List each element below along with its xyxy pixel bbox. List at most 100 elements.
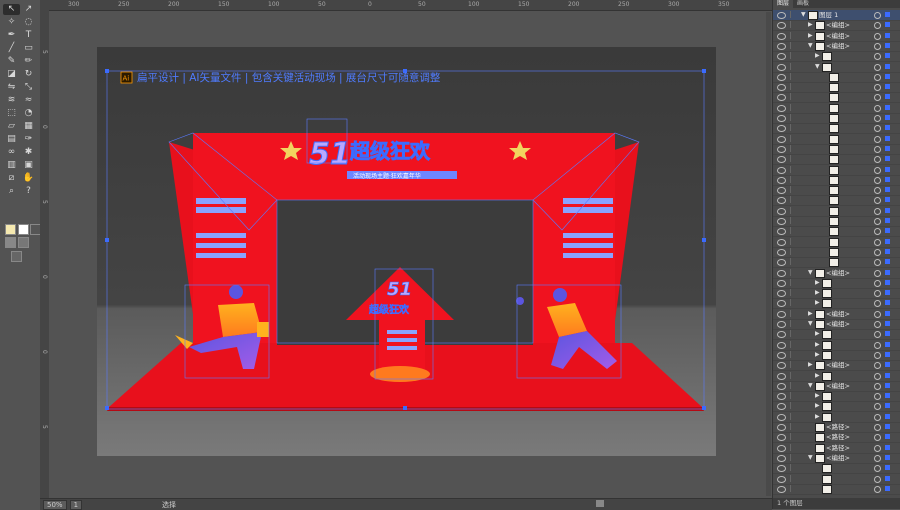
eye-icon[interactable] bbox=[777, 248, 786, 256]
lock-toggle[interactable] bbox=[790, 217, 797, 224]
gradient-icon[interactable]: ▤ bbox=[3, 134, 20, 145]
lock-toggle[interactable] bbox=[790, 268, 797, 276]
chevron-right-icon[interactable]: ▶ bbox=[808, 21, 813, 28]
target-icon[interactable] bbox=[874, 290, 881, 298]
chevron-right-icon[interactable]: ▶ bbox=[815, 341, 820, 348]
eye-icon[interactable] bbox=[777, 176, 786, 184]
eye-icon[interactable] bbox=[777, 444, 786, 452]
chevron-right-icon[interactable]: ▶ bbox=[815, 413, 820, 420]
lock-toggle[interactable] bbox=[790, 340, 797, 348]
eye-icon[interactable] bbox=[777, 145, 786, 153]
selection-indicator[interactable] bbox=[885, 331, 890, 337]
lock-toggle[interactable] bbox=[790, 72, 797, 80]
warp-icon[interactable]: ≈ bbox=[20, 95, 37, 106]
selection-indicator[interactable] bbox=[885, 351, 890, 357]
selection-indicator[interactable] bbox=[885, 290, 890, 296]
lock-toggle[interactable] bbox=[790, 247, 797, 255]
selection-indicator[interactable] bbox=[885, 259, 890, 265]
target-icon[interactable] bbox=[874, 115, 881, 122]
selection-indicator[interactable] bbox=[885, 53, 890, 59]
artboard[interactable]: 51 超级狂欢 活动现场主题·狂欢嘉年华 51 超级狂欢 Ai 扁平设计 | A… bbox=[97, 47, 716, 456]
target-icon[interactable] bbox=[874, 362, 881, 370]
lock-toggle[interactable] bbox=[790, 258, 797, 266]
lock-toggle[interactable] bbox=[790, 124, 797, 132]
target-icon[interactable] bbox=[874, 269, 881, 277]
chevron-right-icon[interactable]: ▶ bbox=[815, 351, 820, 358]
selection-indicator[interactable] bbox=[885, 444, 890, 450]
help-icon[interactable]: ? bbox=[20, 186, 37, 197]
lock-toggle[interactable] bbox=[790, 412, 797, 420]
artboard-icon[interactable]: ▣ bbox=[20, 160, 37, 171]
eye-icon[interactable] bbox=[777, 42, 786, 50]
eye-icon[interactable] bbox=[777, 207, 786, 215]
target-icon[interactable] bbox=[874, 341, 881, 349]
selection-indicator[interactable] bbox=[885, 135, 890, 141]
target-icon[interactable] bbox=[874, 413, 881, 421]
target-icon[interactable] bbox=[874, 475, 881, 483]
eye-icon[interactable] bbox=[777, 290, 786, 298]
eye-icon[interactable] bbox=[777, 94, 786, 102]
eye-icon[interactable] bbox=[777, 310, 786, 318]
target-icon[interactable] bbox=[874, 22, 881, 30]
draw-inside-icon[interactable] bbox=[18, 237, 29, 248]
selection-indicator[interactable] bbox=[885, 84, 890, 90]
selection-indicator[interactable] bbox=[885, 321, 890, 326]
eye-icon[interactable] bbox=[777, 259, 786, 267]
panel-tab[interactable]: 图层 bbox=[773, 0, 794, 8]
selection-indicator[interactable] bbox=[885, 248, 890, 254]
chevron-right-icon[interactable]: ▶ bbox=[808, 361, 813, 368]
type-tool-icon[interactable]: T bbox=[20, 30, 37, 41]
chevron-right-icon[interactable]: ▶ bbox=[808, 310, 813, 317]
chevron-down-icon[interactable]: ▼ bbox=[808, 382, 813, 389]
chevron-right-icon[interactable]: ▶ bbox=[815, 289, 820, 296]
selection-indicator[interactable] bbox=[885, 238, 890, 244]
chevron-down-icon[interactable]: ▼ bbox=[808, 42, 813, 49]
lock-toggle[interactable] bbox=[790, 402, 797, 410]
target-icon[interactable] bbox=[874, 156, 881, 164]
eye-icon[interactable] bbox=[777, 434, 786, 442]
target-icon[interactable] bbox=[874, 104, 881, 112]
target-icon[interactable] bbox=[874, 331, 881, 339]
target-icon[interactable] bbox=[874, 485, 881, 493]
page-field[interactable]: 1 bbox=[69, 499, 83, 510]
lock-toggle[interactable] bbox=[790, 62, 797, 70]
selection-indicator[interactable] bbox=[885, 413, 890, 419]
selection-indicator[interactable] bbox=[885, 300, 890, 306]
target-icon[interactable] bbox=[874, 187, 881, 195]
eye-icon[interactable] bbox=[777, 63, 786, 71]
target-icon[interactable] bbox=[874, 73, 881, 81]
target-icon[interactable] bbox=[874, 197, 881, 205]
selection-indicator[interactable] bbox=[885, 115, 890, 120]
chevron-right-icon[interactable]: ▶ bbox=[815, 299, 820, 306]
eye-icon[interactable] bbox=[777, 341, 786, 349]
draw-mode-icon[interactable] bbox=[5, 237, 16, 248]
chevron-right-icon[interactable]: ▶ bbox=[815, 402, 820, 409]
eye-icon[interactable] bbox=[777, 32, 786, 40]
target-icon[interactable] bbox=[874, 248, 881, 256]
horizontal-scroll-thumb[interactable] bbox=[596, 500, 604, 507]
lock-toggle[interactable] bbox=[790, 464, 797, 472]
selection-indicator[interactable] bbox=[885, 424, 890, 429]
target-icon[interactable] bbox=[874, 279, 881, 287]
target-icon[interactable] bbox=[874, 228, 881, 236]
lock-toggle[interactable] bbox=[790, 309, 797, 317]
target-icon[interactable] bbox=[874, 125, 881, 133]
target-icon[interactable] bbox=[874, 393, 881, 401]
target-icon[interactable] bbox=[874, 434, 881, 442]
lock-toggle[interactable] bbox=[790, 237, 797, 245]
eye-icon[interactable] bbox=[777, 156, 786, 164]
selection-indicator[interactable] bbox=[885, 218, 890, 223]
target-icon[interactable] bbox=[874, 444, 881, 452]
selection-indicator[interactable] bbox=[885, 104, 890, 110]
selection-indicator[interactable] bbox=[885, 393, 890, 399]
target-icon[interactable] bbox=[874, 63, 881, 71]
zoom-icon[interactable]: ⌕ bbox=[3, 186, 20, 197]
lock-toggle[interactable] bbox=[790, 371, 797, 379]
blend-icon[interactable]: ∞ bbox=[3, 147, 20, 158]
target-icon[interactable] bbox=[874, 166, 881, 174]
eye-icon[interactable] bbox=[777, 125, 786, 133]
eye-icon[interactable] bbox=[777, 279, 786, 287]
eye-icon[interactable] bbox=[777, 115, 786, 122]
stroke-swatch[interactable] bbox=[18, 224, 29, 235]
lock-toggle[interactable] bbox=[790, 289, 797, 297]
